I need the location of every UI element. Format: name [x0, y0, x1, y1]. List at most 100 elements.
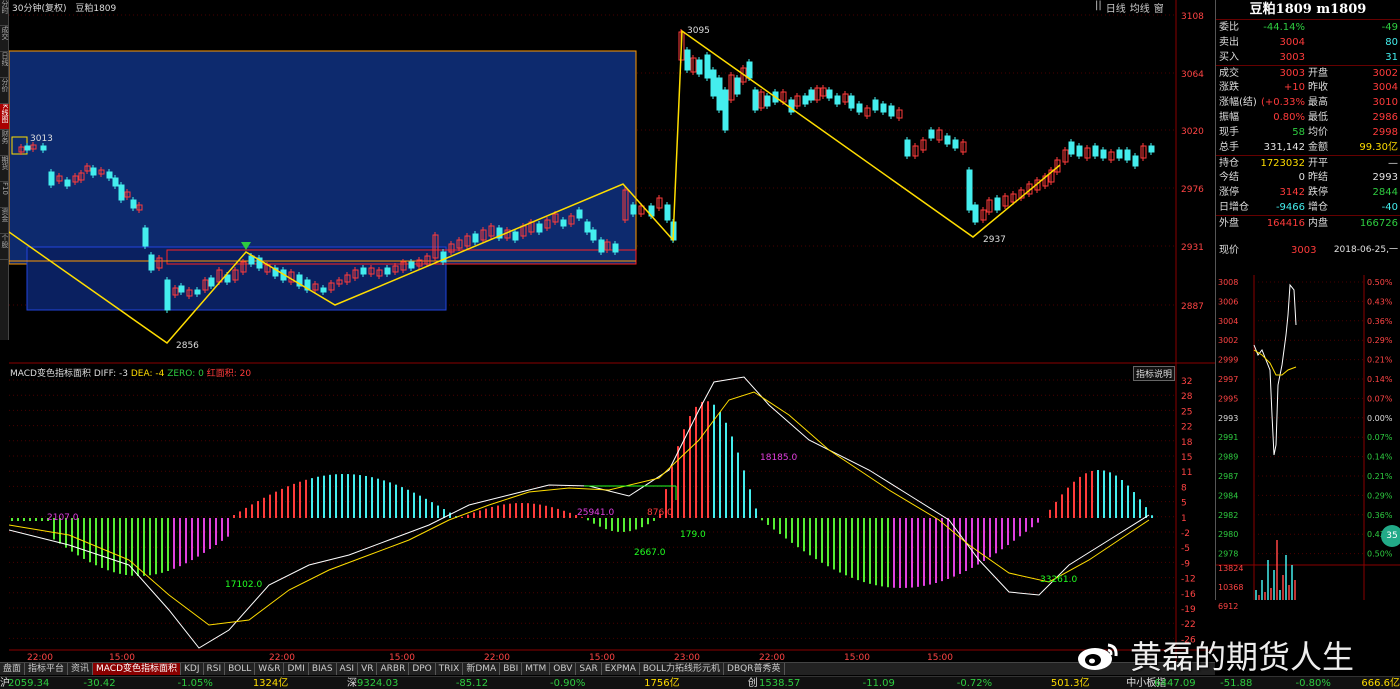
- candle: [684, 47, 691, 73]
- quote-value-2: 2993: [1372, 172, 1398, 183]
- sidebar-tab-1[interactable]: 成交: [0, 26, 9, 52]
- quote-row: 买入 3003 31: [1216, 50, 1400, 65]
- macd-area-label: 179.0: [680, 530, 706, 540]
- sidebar-tab-7[interactable]: F10: [0, 182, 9, 208]
- quote-label: 外盘: [1219, 218, 1239, 229]
- mini-pct-label: 0.00%: [1367, 414, 1393, 423]
- sidebar-tab-9[interactable]: 个股: [0, 234, 9, 260]
- candle: [826, 87, 833, 101]
- status-item: 创: [747, 678, 758, 689]
- indicator-tab[interactable]: DPO: [409, 663, 436, 675]
- quote-title: 豆粕1809 m1809: [1216, 0, 1400, 20]
- status-item: 666.6亿: [1361, 678, 1400, 689]
- candle: [1076, 143, 1083, 159]
- sidebar-tab-8[interactable]: 资金: [0, 208, 9, 234]
- indicator-tab[interactable]: DMI: [284, 663, 309, 675]
- macd-axis-label: -22: [1181, 620, 1196, 630]
- mini-pct-label: 0.29%: [1367, 336, 1393, 345]
- mini-pct-label: 0.07%: [1367, 394, 1393, 403]
- indicator-tab[interactable]: 资讯: [68, 663, 94, 675]
- candle: [864, 105, 871, 119]
- macd-axis-label: 25: [1181, 407, 1192, 417]
- indicator-tab[interactable]: 盘面: [0, 663, 26, 675]
- quote-value: (+0.33%: [1260, 97, 1305, 108]
- sidebar-tab-5[interactable]: 财务: [0, 130, 9, 156]
- quote-label-2: 跌停: [1308, 187, 1328, 198]
- macd-area-label: 17102.0: [225, 580, 262, 590]
- sidebar-tab-2[interactable]: 日线: [0, 52, 9, 78]
- quote-row: 日增仓 -9466 增仓 -40: [1216, 200, 1400, 215]
- indicator-tab[interactable]: SAR: [576, 663, 602, 675]
- indicator-tab[interactable]: DBQR普秀英: [724, 663, 785, 675]
- sidebar-tab-3[interactable]: 分价: [0, 78, 9, 104]
- macd-axis-label: 22: [1181, 423, 1192, 433]
- quote-row: 外盘 164416 内盘 166726: [1216, 215, 1400, 230]
- indicator-help-button[interactable]: 指标说明: [1133, 366, 1176, 381]
- indicator-tab[interactable]: OBV: [550, 663, 577, 675]
- mini-price-label: 3004: [1218, 317, 1238, 326]
- indicator-tab[interactable]: TRIX: [436, 663, 464, 675]
- mini-price-label: 3006: [1218, 297, 1238, 306]
- status-item: 中小板指: [1126, 678, 1167, 689]
- quote-row: 卖出 3004 80: [1216, 35, 1400, 50]
- indicator-tab[interactable]: 新DMA: [463, 663, 501, 675]
- quote-value-2: 99.30亿: [1359, 142, 1398, 153]
- indicator-tab[interactable]: W&R: [255, 663, 285, 675]
- quote-row: 今结 0 昨结 2993: [1216, 170, 1400, 185]
- indicator-tab[interactable]: BOLL: [225, 663, 256, 675]
- indicator-tab[interactable]: ASI: [337, 663, 359, 675]
- mini-pct-label: 0.07%: [1367, 433, 1393, 442]
- time-axis-label: 15:00: [844, 653, 870, 662]
- mini-pct-label: 0.21%: [1367, 472, 1393, 481]
- mini-price-label: 2978: [1218, 550, 1238, 559]
- mini-price-line: [1253, 283, 1297, 456]
- indicator-tab[interactable]: VR: [358, 663, 378, 675]
- macd-red-area: 红面积: 20: [206, 369, 252, 379]
- macd-axis-label: -19: [1181, 605, 1196, 615]
- main-chart: 3095 3013 2856 2937 2107.0 17102.0 25941.0 876…: [9, 0, 1215, 662]
- quote-value-2: 3010: [1372, 97, 1398, 108]
- indicator-tab[interactable]: BBI: [500, 663, 523, 675]
- sidebar-tab-0[interactable]: 分时: [0, 0, 9, 26]
- status-item: 9324.03: [356, 678, 399, 689]
- macd-axis-label: -2: [1181, 529, 1190, 539]
- indicator-tab[interactable]: EXPMA: [602, 663, 640, 675]
- quote-value: 3004: [1279, 37, 1305, 48]
- status-item: 沪: [0, 678, 10, 689]
- macd-axis-label: 28: [1181, 392, 1193, 402]
- time-axis-label: 15:00: [389, 653, 415, 662]
- indicator-tab[interactable]: KDJ: [181, 663, 204, 675]
- candle: [728, 72, 735, 103]
- indicator-tab[interactable]: ARBR: [377, 663, 410, 675]
- sidebar-tabs: 分时 成交 日线 分价 K线图 财务 期货 F10 资金 个股: [0, 0, 9, 340]
- candle: [142, 225, 149, 249]
- mini-price-label: 3008: [1218, 278, 1238, 287]
- quote-label-2: 金额: [1308, 142, 1328, 153]
- sidebar-tab-6[interactable]: 期货: [0, 156, 9, 182]
- quote-value: -44.14%: [1263, 22, 1305, 33]
- indicator-tab[interactable]: MTM: [522, 663, 551, 675]
- price-annotation-high: 3095: [687, 26, 710, 36]
- indicator-tab[interactable]: BOLL力拓线形元机: [640, 663, 725, 675]
- sidebar-tab-4[interactable]: K线图: [0, 104, 9, 130]
- quote-value-2: 166726: [1359, 218, 1398, 229]
- indicator-tab[interactable]: RSI: [204, 663, 226, 675]
- quote-value: 0.80%: [1273, 112, 1305, 123]
- status-item: 501.3亿: [1050, 678, 1090, 689]
- quote-value: -9466: [1275, 202, 1305, 213]
- badge: 35: [1381, 525, 1400, 547]
- indicator-tab[interactable]: 指标平台: [25, 663, 69, 675]
- mini-pct-label: 0.29%: [1367, 491, 1393, 500]
- candle: [994, 195, 1001, 213]
- candle: [1108, 149, 1115, 163]
- candle: [808, 87, 815, 103]
- candle: [920, 137, 927, 153]
- candle: [1124, 147, 1131, 163]
- indicator-tab[interactable]: MACD变色指标面积: [93, 663, 182, 675]
- time-axis-label: 15:00: [927, 653, 953, 662]
- mini-price-label: 2980: [1218, 530, 1238, 539]
- indicator-tab[interactable]: BIAS: [309, 663, 337, 675]
- macd-axis-label: 18: [1181, 438, 1193, 448]
- candle: [888, 103, 895, 119]
- candle: [296, 272, 303, 289]
